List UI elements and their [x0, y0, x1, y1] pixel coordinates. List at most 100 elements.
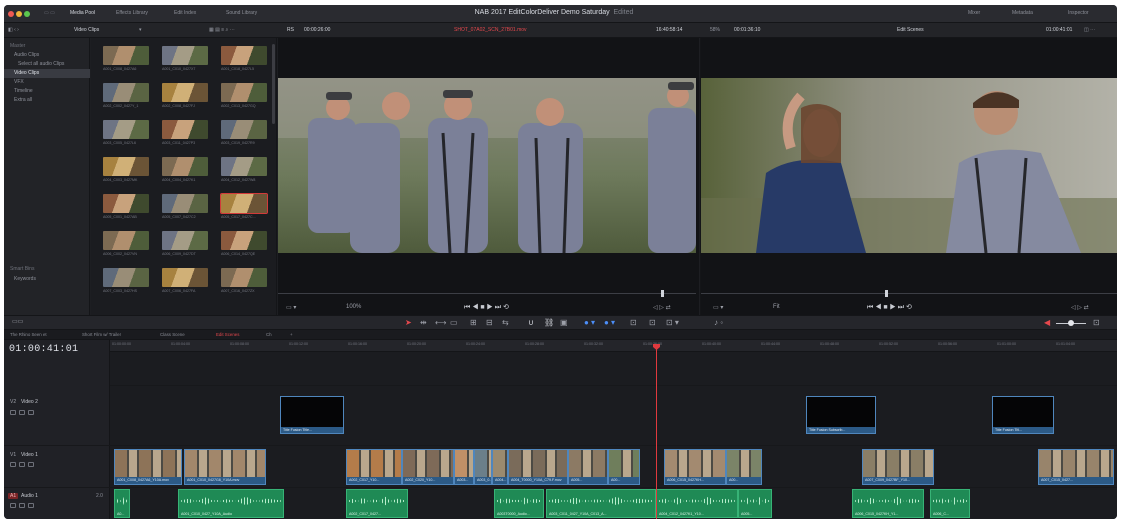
timeline-name[interactable]: Edit Scenes — [897, 27, 924, 33]
add-timeline-tab-icon[interactable]: + — [290, 332, 293, 337]
video-clip[interactable]: A00... — [726, 449, 762, 485]
smart-bin-keywords[interactable]: Keywords — [4, 275, 90, 284]
video-clip[interactable]: A004... — [492, 449, 508, 485]
video-clip[interactable]: A00... — [608, 449, 640, 485]
track-id-v2[interactable]: V2 — [8, 399, 18, 405]
flag-icon[interactable]: ● ▾ — [584, 319, 595, 327]
media-pool-thumbnail[interactable] — [103, 231, 149, 250]
zoom-custom-icon[interactable]: ⊡ ▾ — [666, 319, 679, 327]
metadata-button[interactable]: Metadata — [1012, 10, 1033, 16]
video-clip[interactable]: A002_C017_Y10... — [346, 449, 402, 485]
bin-list-toggle-icon[interactable]: ◧ ‹ › — [8, 27, 19, 33]
auto-select-v2-icon[interactable] — [19, 410, 25, 415]
media-pool-thumbnail[interactable] — [103, 46, 149, 65]
track-id-a1[interactable]: A1 — [8, 493, 19, 499]
marker-icon[interactable]: ● ▾ — [604, 319, 615, 327]
audio-clip[interactable]: A005... — [738, 489, 772, 518]
solo-track-a1-icon[interactable] — [19, 503, 25, 508]
timeline-ruler[interactable]: 01:00:00:00 01:00:04:00 01:00:08:00 01:00:1… — [110, 340, 1117, 352]
video-clip[interactable]: A003... — [454, 449, 474, 485]
replace-clip-icon[interactable]: ⇆ — [502, 319, 509, 327]
media-pool-scrollbar[interactable] — [272, 44, 275, 124]
audio-clip[interactable]: A006_C015_0427KH_Y1... — [852, 489, 924, 518]
source-playhead-icon[interactable] — [661, 290, 664, 297]
lock-track-v1-icon[interactable] — [10, 462, 16, 467]
audio-level-icon[interactable]: ♪ ◦ — [714, 319, 723, 327]
program-transport-controls[interactable]: ⏮ ◀ ■ ▶ ⏭ ⟲ — [867, 303, 912, 312]
media-pool-thumbnail[interactable] — [221, 268, 267, 287]
lock-track-v2-icon[interactable] — [10, 410, 16, 415]
video-clip[interactable]: A003_0... — [474, 449, 492, 485]
video-clip[interactable]: A006_C015_0427KH... — [664, 449, 726, 485]
lock-track-a1-icon[interactable] — [10, 503, 16, 508]
program-playhead-icon[interactable] — [885, 290, 888, 297]
sound-library-button[interactable]: Sound Library — [226, 10, 257, 16]
video-clip[interactable]: A007_C015_0427... — [1038, 449, 1114, 485]
media-pool-thumbnail[interactable] — [221, 157, 267, 176]
program-view-options-icon[interactable]: ▭ ▾ — [713, 304, 723, 311]
bin-video-clips[interactable]: Video Clips — [4, 69, 90, 78]
program-zoom[interactable]: Fit — [773, 304, 780, 310]
media-pool-thumbnail[interactable] — [103, 268, 149, 287]
minimize-window-icon[interactable] — [16, 11, 22, 17]
maximize-window-icon[interactable] — [24, 11, 30, 17]
media-pool-thumbnail[interactable] — [103, 83, 149, 102]
video-clip[interactable]: A007_C009_0427BF_Y10... — [862, 449, 934, 485]
effects-library-button[interactable]: Effects Library — [116, 10, 148, 16]
zoom-full-icon[interactable]: ⊡ — [630, 319, 637, 327]
snapping-icon[interactable]: ∪ — [528, 319, 534, 327]
media-pool-thumbnail[interactable] — [221, 120, 267, 139]
source-mark-controls[interactable]: ◁ ▷ ⇄ — [653, 304, 671, 311]
title-clip[interactable]: Title Fusion Subscrib... — [806, 396, 876, 434]
video-clip[interactable]: A002_C020_Y10... — [402, 449, 454, 485]
source-scrubber[interactable] — [278, 293, 696, 294]
timeline-view-options-icon[interactable]: ▭▭ — [12, 319, 23, 325]
dynamic-trim-icon[interactable]: ⟷ — [435, 319, 446, 327]
mute-track-a1-icon[interactable] — [28, 503, 34, 508]
blade-tool-icon[interactable]: ▭ — [450, 319, 458, 327]
video-clip[interactable]: A004_T0000_Y10A_C79.F.mov — [508, 449, 568, 485]
media-pool-thumbnail[interactable] — [103, 194, 149, 213]
title-clip[interactable]: Title Fusion Titl... — [992, 396, 1054, 434]
position-lock-icon[interactable]: ▣ — [560, 319, 568, 327]
program-scrubber[interactable] — [701, 293, 1117, 294]
zoom-in-icon[interactable]: ⊡ — [1093, 319, 1100, 327]
media-pool-thumbnail[interactable] — [103, 120, 149, 139]
source-clip-name[interactable]: SHOT_07A02_SCN_27B01.mov — [454, 27, 527, 33]
tab-short-film[interactable]: Short Film w/ Trailer — [82, 332, 121, 337]
video-clip[interactable]: A005... — [568, 449, 608, 485]
timeline-area[interactable]: 01:00:00:00 01:00:04:00 01:00:08:00 01:00:1… — [110, 340, 1117, 519]
audio-clip[interactable]: A002_C017_0427... — [346, 489, 408, 518]
audio-clip[interactable]: A004_C012_0427K1_Y10... — [656, 489, 738, 518]
media-pool-button[interactable]: Media Pool — [70, 10, 95, 16]
audio-clip[interactable]: A001_C010_0427_Y10A_Audio — [178, 489, 284, 518]
media-pool-thumbnail[interactable] — [162, 120, 208, 139]
audio-clip[interactable]: A003T0000_Audio... — [494, 489, 544, 518]
inspector-button[interactable]: Inspector — [1068, 10, 1089, 16]
media-pool-thumbnail[interactable] — [220, 193, 268, 214]
media-pool-thumbnail[interactable] — [162, 83, 208, 102]
source-zoom[interactable]: 100% — [346, 304, 361, 310]
close-window-icon[interactable] — [8, 11, 14, 17]
tab-class-scene[interactable]: Class Scene — [160, 332, 185, 337]
panel-toggle-icon[interactable]: ▭ ▭ — [44, 10, 55, 16]
media-pool-thumbnail[interactable] — [162, 194, 208, 213]
bin-vfx[interactable]: VFX — [4, 78, 90, 87]
bin-dropdown-icon[interactable]: ▾ — [139, 27, 142, 33]
media-pool-thumbnail[interactable] — [221, 231, 267, 250]
timeline-playhead[interactable] — [656, 346, 657, 519]
disable-track-v2-icon[interactable] — [28, 410, 34, 415]
media-pool-thumbnail[interactable] — [162, 268, 208, 287]
edit-index-button[interactable]: Edit Index — [174, 10, 196, 16]
audio-clip[interactable]: A003_C011_0427_Y10A_C013_A... — [546, 489, 656, 518]
viewer-options-icon[interactable]: ◫ ⋯ — [1084, 27, 1095, 33]
media-pool-thumbnail[interactable] — [162, 231, 208, 250]
source-transport-controls[interactable]: ⏮ ◀ ■ ▶ ⏭ ⟲ — [464, 303, 509, 312]
overwrite-clip-icon[interactable]: ⊟ — [486, 319, 493, 327]
audio-clip[interactable]: A006_C... — [930, 489, 970, 518]
bin-audio-clips[interactable]: Audio Clips — [4, 51, 90, 60]
tab-ch[interactable]: Ch — [266, 332, 272, 337]
title-clip[interactable]: Title Fusion Title... — [280, 396, 344, 434]
audio-clip[interactable]: A0... — [114, 489, 130, 518]
selection-tool-icon[interactable]: ➤ — [405, 319, 412, 327]
